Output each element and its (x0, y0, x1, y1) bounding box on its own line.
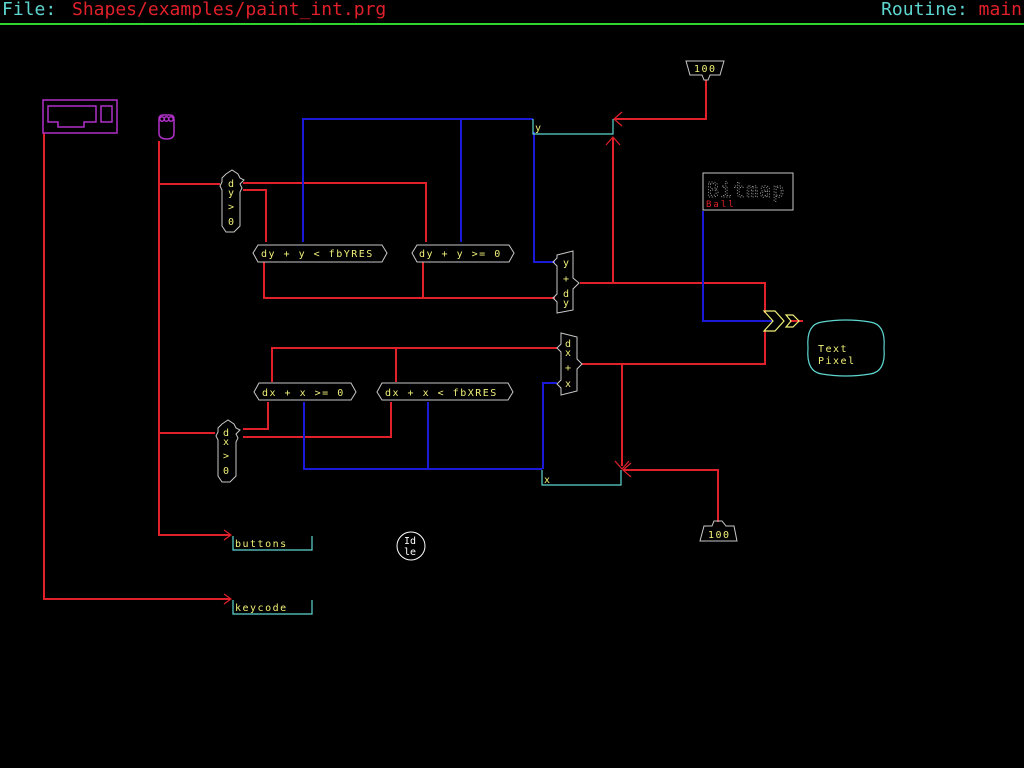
variable-buttons[interactable]: buttons (232, 536, 313, 551)
wire-dxcond-ltres[interactable] (243, 402, 392, 438)
bitmap-name: Ball (706, 200, 736, 210)
blue-wires (302, 118, 773, 470)
bitmap-title: Bitmap (707, 178, 785, 202)
variable-x[interactable]: x (541, 470, 622, 486)
adder-y-char-4: y (563, 298, 571, 309)
wire-const-bottom-x[interactable] (624, 469, 719, 522)
wire-ydy-out[interactable] (580, 282, 766, 313)
idle-line-1: Id (404, 536, 416, 547)
expression-dy-y-ge-0[interactable]: dy + y >= 0 (411, 244, 515, 263)
constant-bottom-value: 100 (708, 530, 731, 541)
expr-text: dy + y >= 0 (419, 249, 502, 260)
condition-dy-gt-0[interactable]: d y > 0 (219, 169, 245, 233)
wire-mouse-trunk[interactable] (158, 141, 230, 536)
wire-x-to-adder[interactable] (542, 382, 557, 469)
red-wires (43, 80, 803, 600)
mouse-icon[interactable] (158, 114, 175, 140)
output-text-pixel[interactable]: Text Pixel (807, 319, 885, 377)
wire-bitmap-out[interactable] (702, 211, 773, 322)
cond-dx-char-4: 0 (223, 466, 231, 477)
adder-dx-plus-x[interactable]: d x + x (556, 332, 583, 396)
constant-100-top[interactable]: 100 (685, 60, 725, 81)
bitmap-ball[interactable]: Bitmap Ball (702, 172, 794, 211)
cond-dy-char-3: > (228, 202, 236, 213)
wire-dycond-ltres[interactable] (243, 189, 267, 242)
adder-x-char-4: x (565, 379, 573, 390)
variable-y-label: y (535, 123, 543, 134)
expr-text: dy + y < fbYRES (261, 249, 374, 260)
expression-dy-y-lt-fbyres[interactable]: dy + y < fbYRES (252, 244, 388, 263)
variable-y[interactable]: y (532, 119, 614, 135)
condition-dx-gt-0[interactable]: d x > 0 (215, 419, 241, 483)
expression-dx-x-lt-fbxres[interactable]: dx + x < fbXRES (376, 382, 514, 401)
keyboard-icon[interactable] (42, 99, 118, 134)
cond-dy-char-2: y (228, 188, 236, 199)
diagram-canvas[interactable]: d y > 0 d x > 0 dy + y < fbYRES dy + y >… (0, 0, 1024, 768)
wire-keyboard-keycode[interactable] (43, 133, 230, 600)
output-line-2: Pixel (818, 356, 856, 367)
wire-dxexpr-adder[interactable] (271, 347, 557, 382)
adder-y-char-2: + (563, 274, 571, 285)
expression-dx-x-ge-0[interactable]: dx + x >= 0 (253, 382, 357, 401)
variable-buttons-label: buttons (235, 539, 288, 550)
adder-y-char-1: y (563, 258, 571, 269)
adder-x-char-2: x (565, 348, 573, 359)
wire-const-top-y[interactable] (615, 80, 707, 120)
variable-keycode[interactable]: keycode (232, 600, 313, 615)
cond-dx-char-2: x (223, 437, 231, 448)
expr-text: dx + x < fbXRES (385, 388, 498, 399)
cond-dy-char-4: 0 (228, 217, 236, 228)
idle-line-2: le (404, 547, 416, 558)
variable-x-label: x (544, 475, 552, 486)
adder-x-char-3: + (565, 363, 573, 374)
expr-text: dx + x >= 0 (262, 388, 345, 399)
constant-top-value: 100 (694, 64, 717, 75)
output-line-1: Text (818, 344, 848, 355)
idle-indicator[interactable]: Id le (396, 531, 426, 561)
wire-y-to-adder[interactable] (533, 132, 555, 263)
wire-y-to-exprs[interactable] (302, 118, 533, 242)
constant-100-bottom[interactable]: 100 (699, 520, 738, 542)
wire-dycond-ge0[interactable] (243, 182, 427, 242)
wire-dxx-out[interactable] (582, 330, 766, 365)
cond-dx-char-3: > (223, 451, 231, 462)
wire-dxcond-ge0[interactable] (243, 402, 269, 430)
variable-keycode-label: keycode (235, 603, 288, 614)
wire-dyexpr-adder[interactable] (263, 262, 555, 299)
wire-x-to-exprs[interactable] (303, 402, 542, 470)
adder-y-plus-dy[interactable]: y + d y (552, 250, 580, 314)
